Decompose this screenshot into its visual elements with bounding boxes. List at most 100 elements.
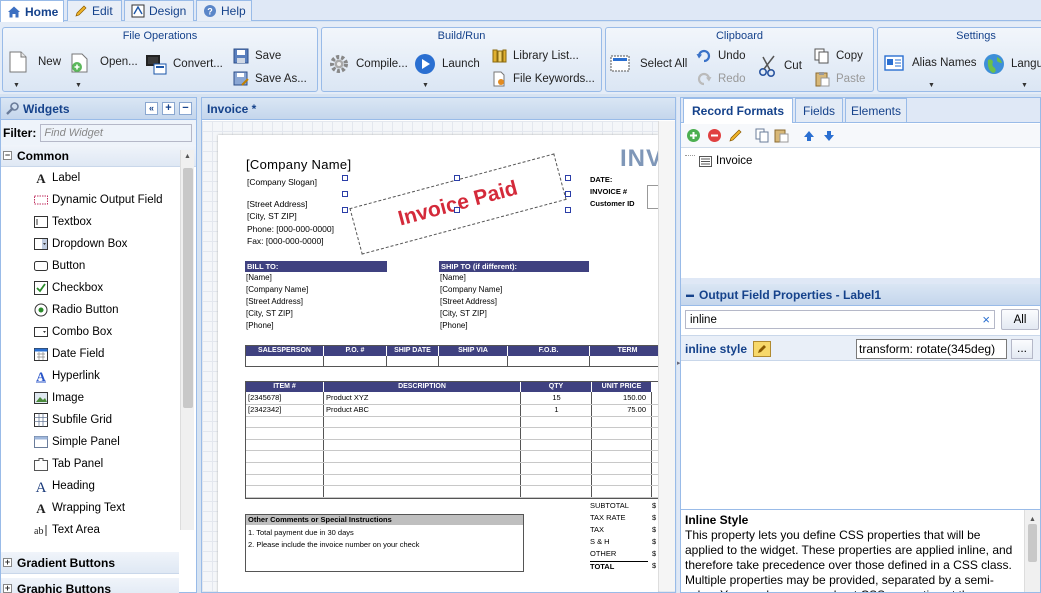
sales-header-cell[interactable]: TERM <box>590 346 658 356</box>
phone[interactable]: Phone: [000-000-0000] <box>247 224 334 234</box>
save-as-button[interactable]: Save As... <box>233 71 307 87</box>
resize-handle[interactable] <box>454 175 460 181</box>
resize-handle[interactable] <box>454 207 460 213</box>
sales-header-cell[interactable]: P.O. # <box>324 346 387 356</box>
ship-line[interactable]: [City, ST ZIP] <box>440 309 487 318</box>
fax[interactable]: Fax: [000-000-0000] <box>247 236 324 246</box>
sales-value-cell[interactable] <box>387 356 439 367</box>
widget-item-image[interactable]: Image <box>1 387 196 409</box>
resize-handle[interactable] <box>565 191 571 197</box>
canvas-scrollbar[interactable] <box>658 121 675 591</box>
bill-line[interactable]: [Street Address] <box>246 297 303 306</box>
sales-header-cell[interactable]: F.O.B. <box>508 346 590 356</box>
total-label[interactable]: TOTAL <box>590 561 648 571</box>
invoice-title[interactable]: INV <box>620 145 658 173</box>
bill-line[interactable]: [Name] <box>246 273 272 282</box>
paste-button[interactable]: Paste <box>814 71 865 87</box>
tree-item-invoice[interactable]: Invoice <box>699 155 752 167</box>
widget-item-hyperlink[interactable]: A Hyperlink <box>1 365 196 387</box>
widget-item-date-field[interactable]: Date Field <box>1 343 196 365</box>
convert-button[interactable]: Convert... <box>145 52 223 76</box>
save-button[interactable]: Save <box>233 48 281 64</box>
table-cell[interactable]: Product XYZ <box>326 393 369 402</box>
ship-line[interactable]: [Company Name] <box>440 285 502 294</box>
tab-record-formats[interactable]: Record Formats <box>683 98 793 123</box>
tab-design[interactable]: Design <box>124 0 194 21</box>
expand-all-button[interactable]: + <box>162 102 175 115</box>
table-cell[interactable]: 15 <box>521 393 592 402</box>
widget-filter-input[interactable]: Find Widget <box>40 123 193 142</box>
property-filter-input[interactable]: inline × <box>685 310 995 329</box>
resize-handle[interactable] <box>565 207 571 213</box>
property-browse-button[interactable]: ... <box>1011 339 1033 359</box>
company-slogan[interactable]: [Company Slogan] <box>247 177 317 187</box>
new-button[interactable]: New <box>7 50 61 74</box>
category-gradient-buttons[interactable]: + Gradient Buttons <box>1 552 179 574</box>
items-header-cell[interactable]: QTY <box>521 382 592 392</box>
comments-header[interactable]: Other Comments or Special Instructions <box>246 515 523 525</box>
category-common[interactable]: − Common <box>1 145 196 167</box>
collapse-panel-button[interactable]: « <box>145 102 158 115</box>
widget-item-dynamic-output-field[interactable]: Dynamic Output Field <box>1 189 196 211</box>
comment-line[interactable]: 1. Total payment due in 30 days <box>248 528 354 537</box>
bill-to-header[interactable]: BILL TO: <box>245 261 387 272</box>
city-state-zip[interactable]: [City, ST ZIP] <box>247 211 297 221</box>
widget-item-radio-button[interactable]: Radio Button <box>1 299 196 321</box>
move-up-icon[interactable] <box>803 130 815 142</box>
total-label[interactable]: TAX RATE <box>590 513 626 522</box>
tab-fields[interactable]: Fields <box>795 98 843 122</box>
widget-item-wrapping-text[interactable]: A Wrapping Text <box>1 497 196 519</box>
resize-handle[interactable] <box>342 175 348 181</box>
design-canvas[interactable]: [Company Name] [Company Slogan] [Street … <box>202 121 675 592</box>
cut-button[interactable]: Cut <box>758 55 802 77</box>
add-icon[interactable] <box>686 128 701 143</box>
compile-button[interactable]: Compile... <box>328 52 408 76</box>
ship-line[interactable]: [Phone] <box>440 321 468 330</box>
sales-value-cell[interactable] <box>324 356 387 367</box>
widget-item-subfile-grid[interactable]: Subfile Grid <box>1 409 196 431</box>
move-down-icon[interactable] <box>823 130 835 142</box>
sales-value-cell[interactable] <box>508 356 590 367</box>
table-cell[interactable]: Product ABC <box>326 405 369 414</box>
property-row-inline-style[interactable]: inline style transform: rotate(345deg) .… <box>681 335 1040 361</box>
widget-item-textbox[interactable]: Textbox <box>1 211 196 233</box>
bind-property-icon[interactable] <box>753 341 771 357</box>
widget-item-heading[interactable]: A Heading <box>1 475 196 497</box>
copy-button[interactable]: Copy <box>814 48 863 64</box>
customer-id-label[interactable]: Customer ID <box>590 199 635 208</box>
widget-item-text-area[interactable]: ab Text Area <box>1 519 196 541</box>
sales-header-cell[interactable]: SHIP VIA <box>439 346 508 356</box>
sales-value-cell[interactable] <box>590 356 658 367</box>
table-row[interactable]: [2345678] Product XYZ 15 150.00 <box>246 392 658 404</box>
library-list-button[interactable]: Library List... <box>491 48 579 64</box>
resize-handle[interactable] <box>342 191 348 197</box>
widget-item-label[interactable]: A Label <box>1 167 196 189</box>
items-header-cell[interactable]: DESCRIPTION <box>324 382 521 392</box>
widget-item-tab-panel[interactable]: Tab Panel <box>1 453 196 475</box>
widget-item-dropdown-box[interactable]: Dropdown Box <box>1 233 196 255</box>
total-label[interactable]: OTHER <box>590 549 616 558</box>
scroll-up-icon[interactable]: ▲ <box>184 153 191 160</box>
tab-home[interactable]: Home <box>0 0 64 22</box>
undo-button[interactable]: Undo <box>696 48 746 64</box>
sales-value-cell[interactable] <box>246 356 324 367</box>
resize-handle[interactable] <box>342 207 348 213</box>
table-cell[interactable]: [2342342] <box>248 405 281 414</box>
redo-button[interactable]: Redo <box>696 71 746 87</box>
total-label[interactable]: S & H <box>590 537 610 546</box>
collapse-all-button[interactable]: − <box>179 102 192 115</box>
total-label[interactable]: SUBTOTAL <box>590 501 629 510</box>
street-address[interactable]: [Street Address] <box>247 199 307 209</box>
bill-line[interactable]: [Company Name] <box>246 285 308 294</box>
scrollbar-thumb[interactable] <box>1028 524 1037 562</box>
select-all-button[interactable]: Select All <box>610 52 687 76</box>
file-keywords-button[interactable]: File Keywords... <box>491 71 595 87</box>
widget-item-simple-panel[interactable]: Simple Panel <box>1 431 196 453</box>
invoice-number-label[interactable]: INVOICE # <box>590 187 627 196</box>
items-header-cell[interactable]: ITEM # <box>246 382 324 392</box>
clear-filter-icon[interactable]: × <box>982 312 990 327</box>
copy-icon[interactable] <box>755 128 770 143</box>
property-value-input[interactable]: transform: rotate(345deg) <box>856 339 1007 359</box>
launch-button[interactable]: Launch <box>414 52 480 76</box>
sales-header-cell[interactable]: SHIP DATE <box>387 346 439 356</box>
